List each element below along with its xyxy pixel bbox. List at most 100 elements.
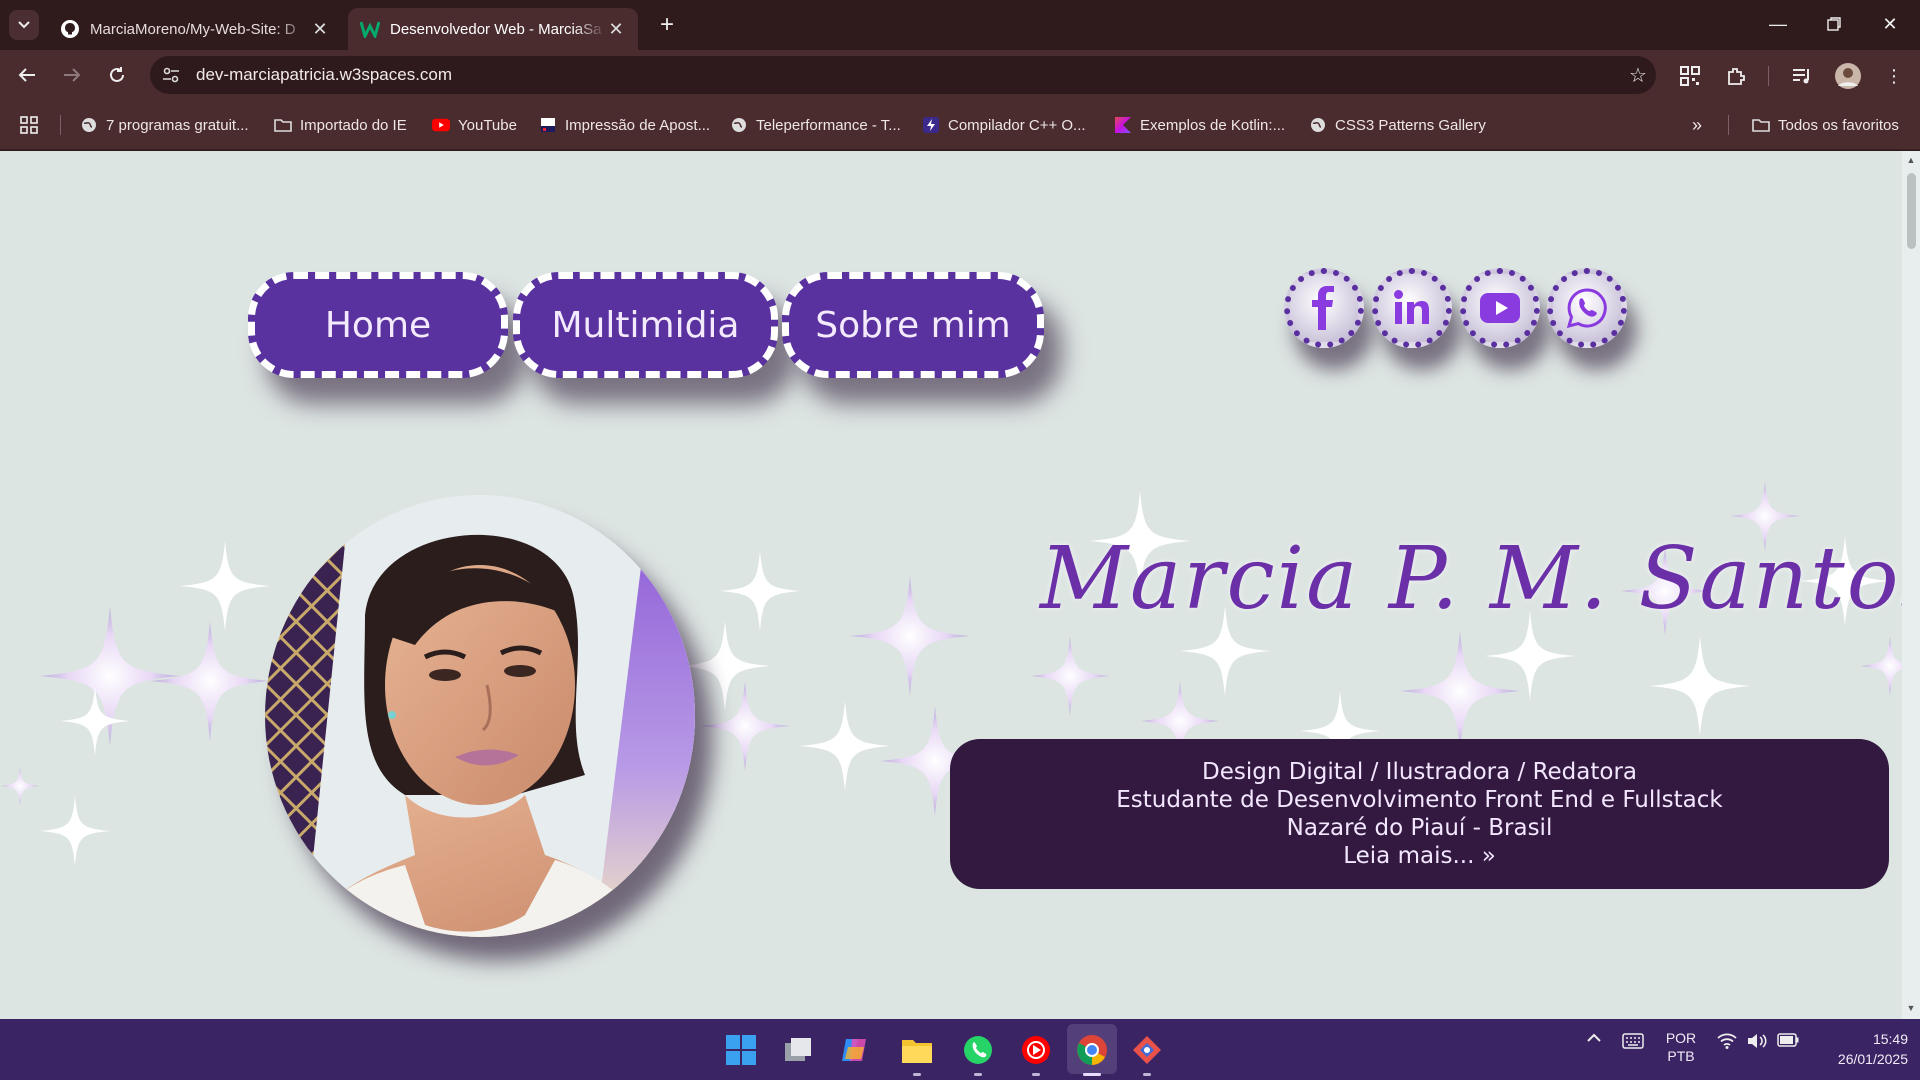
system-clock[interactable]: 15:49 26/01/2025	[1808, 1029, 1908, 1069]
bookmark-item[interactable]: Compilador C++ O...	[922, 113, 1086, 137]
restore-icon	[1827, 17, 1841, 31]
print-icon	[539, 116, 557, 134]
chrome-icon	[1077, 1035, 1107, 1065]
profile-photo	[265, 495, 695, 937]
clock-time: 15:49	[1872, 1031, 1908, 1047]
tab-title: MarciaMoreno/My-Web-Site: D	[90, 20, 296, 38]
bookmarks-divider	[1728, 115, 1729, 135]
facebook-button[interactable]	[1284, 268, 1364, 348]
close-window-button[interactable]: ✕	[1862, 6, 1918, 42]
bookmark-item[interactable]: YouTube	[432, 113, 517, 137]
folder-icon	[902, 1040, 932, 1063]
forward-button[interactable]	[55, 58, 89, 92]
nav-multimidia-button[interactable]: Multimidia	[513, 272, 778, 378]
read-more-link[interactable]: Leia mais... »	[950, 842, 1889, 870]
bookmark-item[interactable]: Exemplos de Kotlin:...	[1114, 113, 1285, 137]
linkedin-button[interactable]	[1372, 268, 1452, 348]
youtube-icon	[1480, 293, 1520, 323]
bookmark-item[interactable]: Importado do IE	[274, 113, 407, 137]
language-indicator[interactable]: POR PTB	[1656, 1029, 1706, 1065]
address-bar[interactable]: dev-marciapatricia.w3spaces.com ☆	[150, 56, 1656, 94]
info-line-roles: Design Digital / Ilustradora / Redatora	[1201, 759, 1637, 785]
globe-icon	[80, 116, 98, 134]
qr-code-icon[interactable]	[1676, 62, 1704, 90]
chevron-down-icon	[18, 21, 30, 29]
folder-icon	[274, 116, 292, 134]
start-button[interactable]	[724, 1033, 758, 1067]
arrow-right-icon	[64, 68, 81, 82]
nav-home-button[interactable]: Home	[248, 272, 508, 378]
touch-keyboard-button[interactable]	[1618, 1033, 1648, 1049]
git-icon	[1133, 1036, 1161, 1064]
bookmarks-divider	[60, 115, 61, 135]
file-explorer-button[interactable]	[900, 1033, 934, 1076]
volume-icon[interactable]	[1744, 1033, 1770, 1049]
bolt-icon	[922, 116, 940, 134]
show-hidden-icons-button[interactable]	[1580, 1033, 1608, 1042]
youtube-button[interactable]	[1460, 268, 1540, 348]
bookmark-item[interactable]: 7 programas gratuit...	[80, 113, 249, 137]
w3schools-icon	[360, 19, 380, 39]
bookmark-star-icon[interactable]: ☆	[1620, 63, 1656, 88]
copilot-button[interactable]	[838, 1033, 872, 1067]
scroll-up-icon[interactable]: ▲	[1906, 155, 1916, 165]
close-tab-icon[interactable]: ✕	[606, 19, 626, 40]
bookmarks-bar: 7 programas gratuit... Importado do IE Y…	[0, 100, 1920, 150]
scrollbar-thumb[interactable]	[1907, 173, 1916, 249]
running-indicator	[1143, 1073, 1151, 1076]
active-indicator	[1083, 1073, 1101, 1076]
back-button[interactable]	[10, 58, 44, 92]
browser-toolbar: dev-marciapatricia.w3spaces.com ☆ ⋮	[0, 50, 1920, 100]
tab-github[interactable]: MarciaMoreno/My-Web-Site: D ✕	[48, 8, 342, 50]
reload-button[interactable]	[100, 58, 134, 92]
info-box: Design Digital / Ilustradora / Redatora …	[950, 739, 1889, 889]
facebook-icon	[1312, 286, 1334, 330]
bookmark-item[interactable]: Impressão de Apost...	[539, 113, 710, 137]
more-menu-icon[interactable]: ⋮	[1880, 62, 1908, 90]
copilot-icon	[842, 1039, 866, 1061]
site-info-icon[interactable]	[156, 60, 186, 90]
globe-icon	[730, 116, 748, 134]
all-bookmarks-button[interactable]: Todos os favoritos	[1752, 113, 1899, 137]
task-view-button[interactable]	[781, 1033, 815, 1067]
scroll-down-icon[interactable]: ▼	[1906, 1003, 1916, 1013]
page-scrollbar[interactable]: ▲ ▼	[1902, 151, 1920, 1019]
whatsapp-icon	[964, 1036, 992, 1064]
toolbar-divider	[1768, 66, 1769, 86]
git-app-button[interactable]	[1130, 1033, 1164, 1076]
more-bookmarks-icon[interactable]: »	[1692, 113, 1702, 137]
battery-icon[interactable]	[1774, 1033, 1802, 1047]
whatsapp-button[interactable]	[1547, 268, 1627, 348]
youtube-music-button[interactable]	[1019, 1033, 1053, 1076]
chevron-up-icon	[1587, 1033, 1601, 1042]
media-control-icon[interactable]	[1788, 62, 1816, 90]
url-text[interactable]: dev-marciapatricia.w3spaces.com	[196, 65, 1620, 85]
new-tab-button[interactable]: +	[652, 10, 682, 40]
profile-avatar[interactable]	[1832, 60, 1864, 92]
nav-sobre-mim-button[interactable]: Sobre mim	[782, 272, 1044, 378]
tab-search-button[interactable]	[9, 10, 39, 40]
globe-icon	[1309, 116, 1327, 134]
wifi-icon[interactable]	[1714, 1033, 1740, 1049]
close-tab-icon[interactable]: ✕	[310, 19, 330, 40]
extensions-icon[interactable]	[1722, 62, 1750, 90]
task-view-icon	[785, 1038, 811, 1061]
running-indicator	[974, 1073, 982, 1076]
info-line-location: Nazaré do Piauí - Brasil	[1286, 815, 1553, 841]
info-line-studies: Estudante de Desenvolvimento Front End e…	[1116, 787, 1723, 813]
folder-icon	[1752, 116, 1770, 134]
linkedin-icon	[1394, 290, 1429, 324]
restore-button[interactable]	[1806, 6, 1862, 42]
apps-grid-icon	[20, 116, 38, 134]
arrow-left-icon	[18, 68, 35, 82]
chrome-button[interactable]	[1075, 1033, 1109, 1076]
bookmark-item[interactable]: Teleperformance - T...	[730, 113, 901, 137]
minimize-button[interactable]: —	[1750, 6, 1806, 42]
clock-date: 26/01/2025	[1837, 1051, 1908, 1067]
github-icon	[60, 19, 80, 39]
apps-button[interactable]	[20, 113, 38, 137]
tab-w3spaces[interactable]: Desenvolvedor Web - MarciaSa ✕	[348, 8, 638, 50]
windows-icon	[726, 1035, 756, 1065]
whatsapp-app-button[interactable]	[961, 1033, 995, 1076]
bookmark-item[interactable]: CSS3 Patterns Gallery	[1309, 113, 1486, 137]
